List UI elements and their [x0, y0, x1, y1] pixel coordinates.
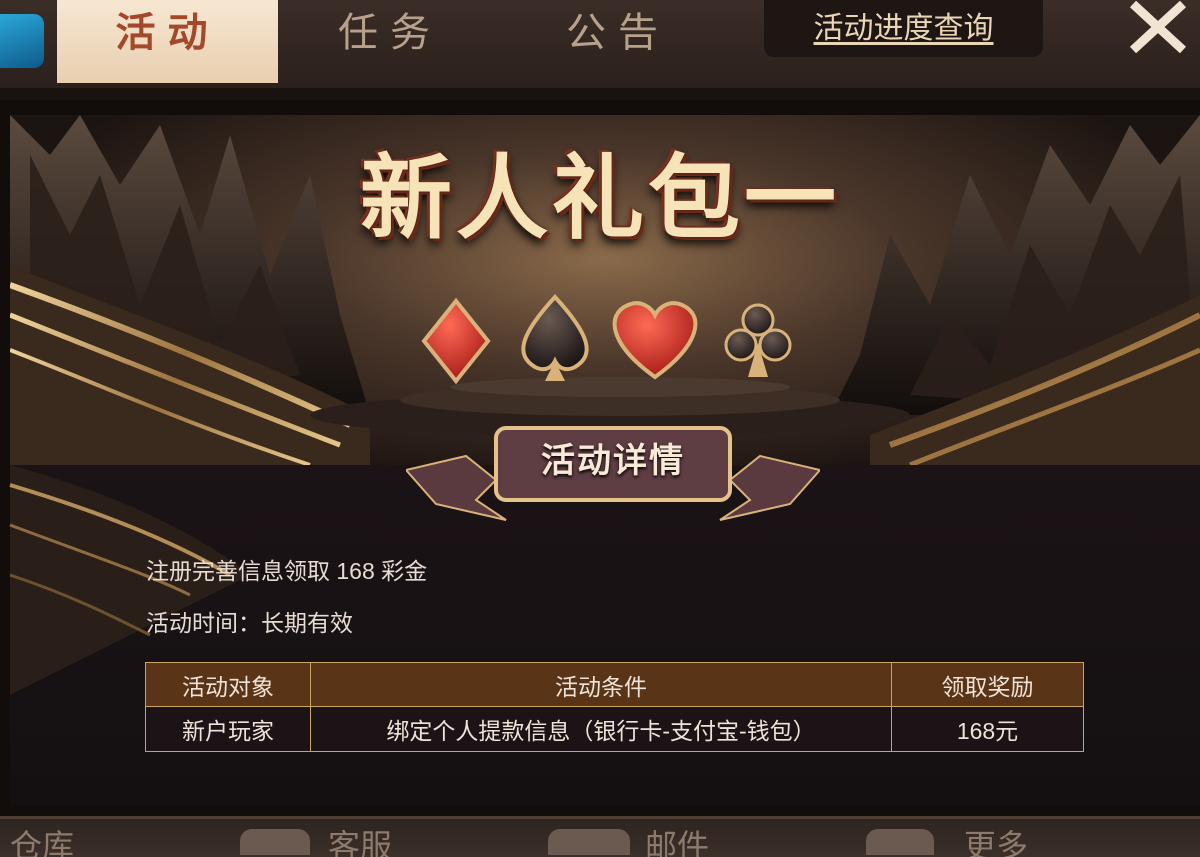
heart-suit-icon [612, 301, 698, 380]
mail-icon [548, 829, 630, 855]
more-icon [866, 829, 934, 855]
nav-mail[interactable]: 邮件 [645, 823, 709, 857]
nav-service[interactable]: 客服 [328, 823, 392, 857]
tab-activity[interactable]: 活动 [57, 0, 278, 83]
cell-target: 新户玩家 [145, 706, 311, 752]
diamond-suit-icon [421, 297, 491, 385]
tab-notice[interactable]: 公告 [528, 0, 708, 83]
header-reward: 领取奖励 [891, 662, 1084, 707]
club-suit-icon [724, 303, 792, 377]
nav-more[interactable]: 更多 [964, 823, 1028, 857]
top-tab-bar: 活动 任务 公告 活动进度查询 [0, 0, 1200, 91]
close-icon [1129, 0, 1187, 54]
activity-rules-table: 活动对象 活动条件 领取奖励 新户玩家 绑定个人提款信息（银行卡-支付宝-钱包）… [145, 662, 1084, 752]
activity-progress-query-button[interactable]: 活动进度查询 [764, 0, 1043, 57]
detail-ribbon-label: 活动详情 [541, 441, 685, 481]
activity-description: 注册完善信息领取 168 彩金 [146, 558, 428, 584]
bottom-nav: 仓库 客服 邮件 更多 [0, 816, 1200, 857]
app-logo-fragment [0, 14, 44, 68]
header-target: 活动对象 [145, 662, 311, 707]
cell-condition: 绑定个人提款信息（银行卡-支付宝-钱包） [310, 706, 892, 752]
table-header-row: 活动对象 活动条件 领取奖励 [145, 662, 1084, 707]
service-icon [240, 829, 310, 855]
tab-task[interactable]: 任务 [300, 0, 480, 83]
table-row: 新户玩家 绑定个人提款信息（银行卡-支付宝-钱包） 168元 [145, 706, 1084, 752]
activity-time: 活动时间：长期有效 [146, 610, 353, 636]
cell-reward: 168元 [891, 706, 1084, 752]
spade-suit-icon [521, 294, 589, 381]
banner-title: 新人礼包一 [359, 144, 840, 252]
close-button[interactable] [1125, 0, 1191, 56]
nav-warehouse[interactable]: 仓库 [10, 823, 74, 857]
header-condition: 活动条件 [310, 662, 892, 707]
